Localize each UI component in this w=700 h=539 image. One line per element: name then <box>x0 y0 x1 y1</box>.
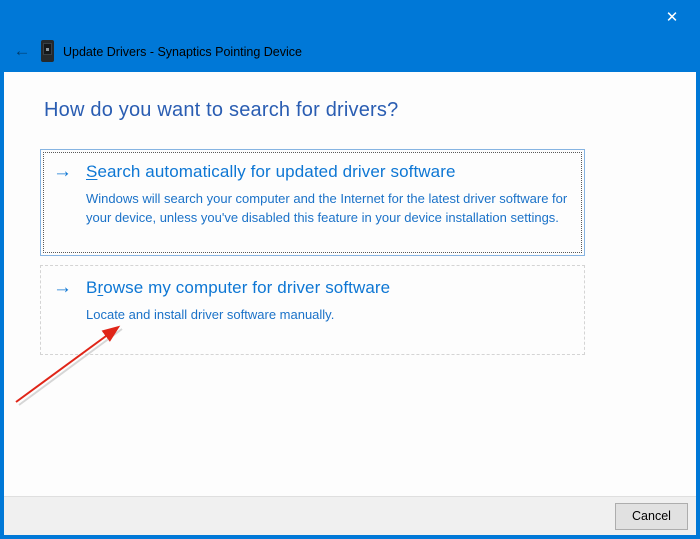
title-part: B <box>86 278 98 297</box>
title-part: earch automatically for updated driver s… <box>97 162 456 181</box>
footer-bar: Cancel <box>4 496 696 535</box>
accelerator-letter: S <box>86 162 98 181</box>
title-part: owse my computer for driver software <box>103 278 391 297</box>
cancel-button[interactable]: Cancel <box>615 502 688 530</box>
titlebar: ✕ ← Update Drivers - Synaptics Pointing … <box>0 0 700 72</box>
option-browse-computer[interactable]: → Browse my computer for driver software… <box>40 265 585 355</box>
wizard-content: How do you want to search for drivers? →… <box>4 72 696 496</box>
pointing-device-icon <box>41 40 54 62</box>
option-browse-description: Locate and install driver software manua… <box>86 307 335 322</box>
close-icon: ✕ <box>665 9 679 26</box>
page-title: How do you want to search for drivers? <box>44 99 399 121</box>
option-search-description: Windows will search your computer and th… <box>86 191 568 225</box>
back-button[interactable]: ← <box>11 41 33 61</box>
option-browse-title: Browse my computer for driver software <box>86 275 390 301</box>
close-button[interactable]: ✕ <box>650 2 694 32</box>
right-arrow-icon: → <box>53 161 72 182</box>
option-text: Browse my computer for driver software L… <box>86 275 390 324</box>
option-search-title: Search automatically for updated driver … <box>86 159 570 185</box>
back-arrow-icon: ← <box>13 41 31 60</box>
option-text: Search automatically for updated driver … <box>86 159 570 227</box>
wizard-body: How do you want to search for drivers? →… <box>4 72 696 535</box>
option-search-automatically[interactable]: → Search automatically for updated drive… <box>40 149 585 256</box>
right-arrow-icon: → <box>53 277 72 298</box>
update-drivers-wizard-window: ✕ ← Update Drivers - Synaptics Pointing … <box>0 0 700 539</box>
window-title: Update Drivers - Synaptics Pointing Devi… <box>63 45 302 59</box>
